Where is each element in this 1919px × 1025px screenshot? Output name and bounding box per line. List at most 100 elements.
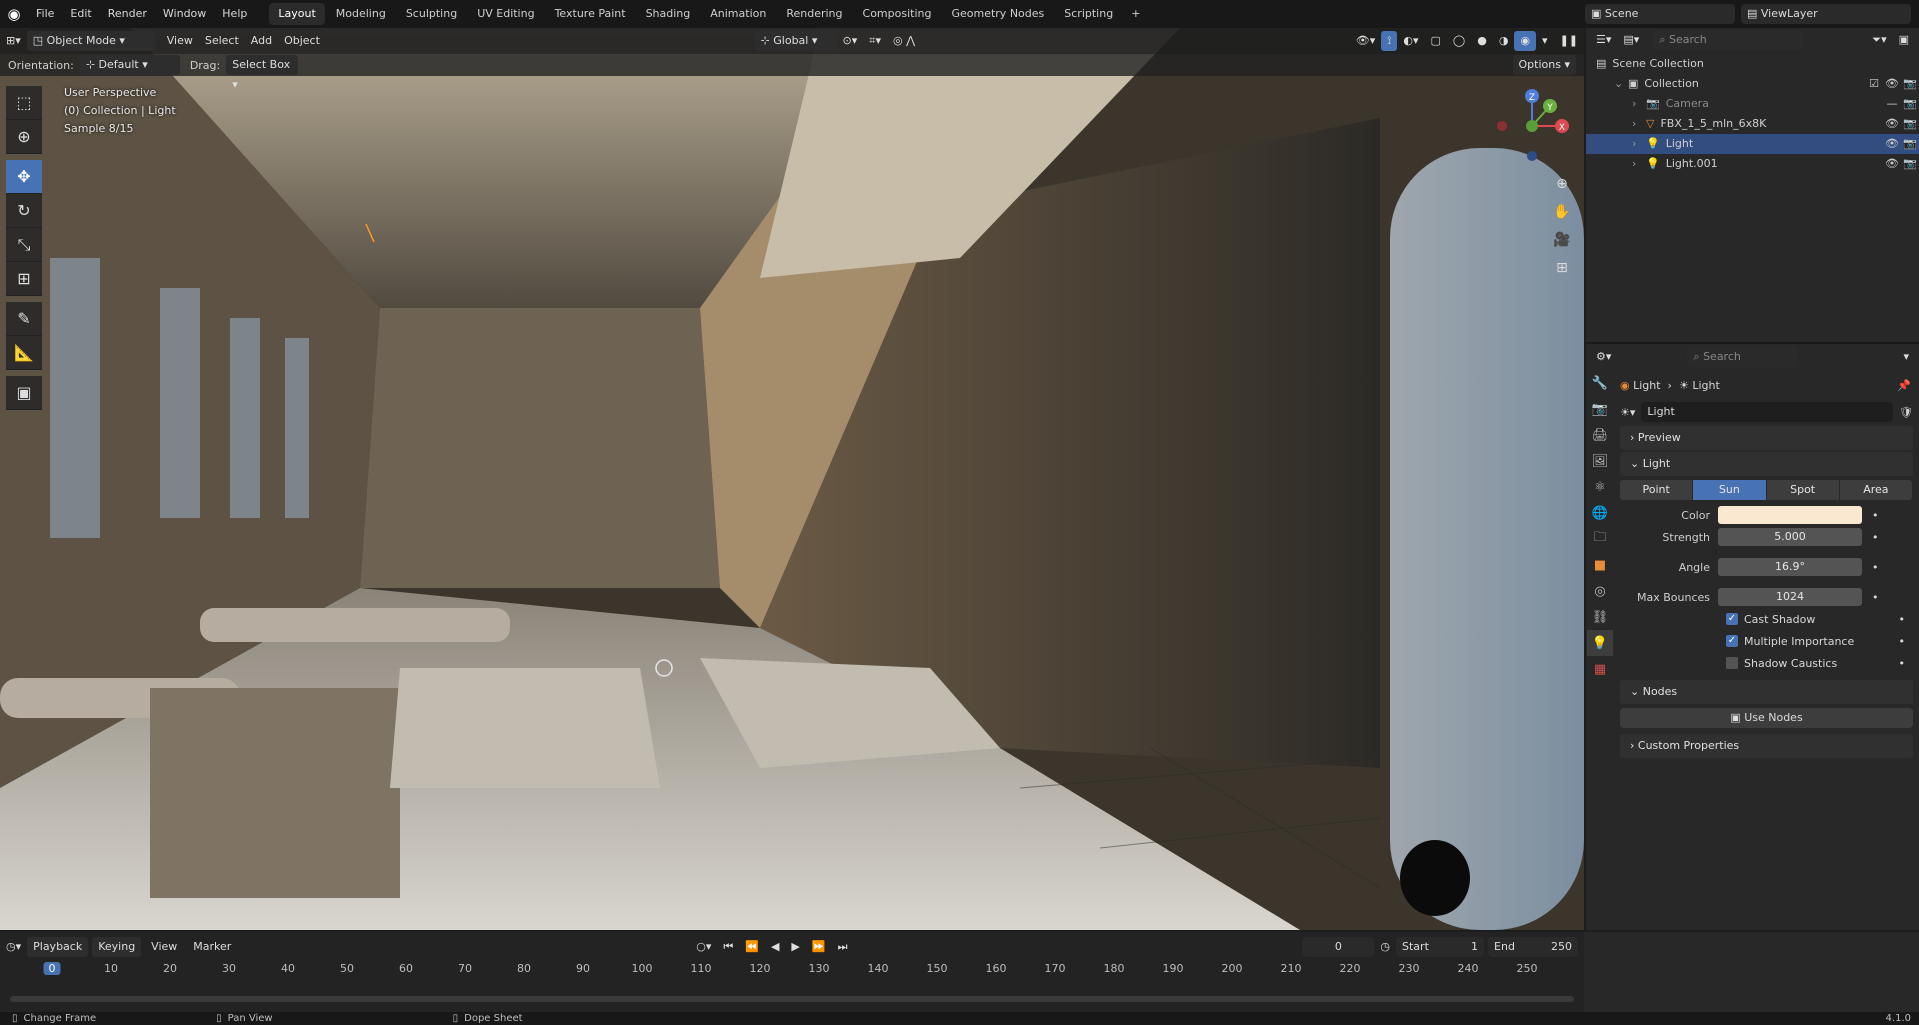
workspace-tab-modeling[interactable]: Modeling <box>327 3 395 25</box>
timeline-menu-keying[interactable]: Keying <box>92 937 142 957</box>
texture-tab-icon[interactable]: ▦ <box>1587 656 1613 682</box>
light-type-point[interactable]: Point <box>1620 480 1693 500</box>
checkbox[interactable] <box>1726 657 1738 669</box>
annotate-tool-icon[interactable]: ✎ <box>6 302 42 336</box>
workspace-tab-sculpting[interactable]: Sculpting <box>397 3 466 25</box>
menu-edit[interactable]: Edit <box>62 0 99 28</box>
checkbox[interactable]: ✓ <box>1726 635 1738 647</box>
render-visibility-icon[interactable]: 📷 <box>1901 114 1919 134</box>
exclude-checkbox-icon[interactable]: ☑ <box>1865 74 1883 94</box>
timeline-menu-view[interactable]: View <box>145 937 183 957</box>
outliner-editor-type-icon[interactable]: ☰▾ <box>1590 30 1617 50</box>
visibility-eye-icon[interactable]: — <box>1883 94 1901 114</box>
timeline-menu-marker[interactable]: Marker <box>187 937 237 957</box>
jump-keyframe-next-icon[interactable]: ⏩ <box>806 937 832 957</box>
workspace-tab-compositing[interactable]: Compositing <box>854 3 941 25</box>
jump-start-icon[interactable]: ⏮ <box>717 937 739 957</box>
use-nodes-button[interactable]: ▣ Use Nodes <box>1620 708 1913 728</box>
viewport-menu-select[interactable]: Select <box>199 31 245 51</box>
workspace-tab-animation[interactable]: Animation <box>701 3 775 25</box>
zoom-icon[interactable]: ⊕ <box>1548 170 1576 198</box>
transform-tool-icon[interactable]: ⊞ <box>6 262 42 296</box>
expand-arrow-icon[interactable]: › <box>1632 94 1646 114</box>
shading-options-icon[interactable]: ▾ <box>1536 31 1554 51</box>
visibility-eye-icon[interactable]: 👁 <box>1883 154 1901 174</box>
frame-ruler[interactable]: 0 10 20 30 40 50 60 70 80 90 100 110 120 130 140 150 160… <box>0 962 1584 982</box>
outliner-row[interactable]: › 💡 Light 👁 📷 <box>1586 134 1919 154</box>
pivot-icon[interactable]: ⊙▾ <box>837 31 864 51</box>
timeline-menu-playback[interactable]: Playback <box>27 937 89 957</box>
checkbox[interactable]: ✓ <box>1726 613 1738 625</box>
render-visibility-icon[interactable]: 📷 <box>1901 154 1919 174</box>
light-color-swatch[interactable] <box>1718 506 1862 524</box>
render-tab-icon[interactable]: 📷 <box>1587 396 1613 422</box>
preview-panel-header[interactable]: › Preview <box>1620 426 1913 450</box>
snap-icon[interactable]: ⌗▾ <box>863 31 887 51</box>
auto-keying-icon[interactable]: ○▾ <box>690 937 717 957</box>
end-frame-field[interactable]: End 250 <box>1488 937 1579 957</box>
jump-keyframe-prev-icon[interactable]: ⏪ <box>739 937 765 957</box>
options-button[interactable]: Options ▾ <box>1512 55 1576 75</box>
outliner-row[interactable]: ▤ Scene Collection <box>1586 54 1919 74</box>
xray-icon[interactable]: ▢ <box>1424 31 1446 51</box>
light-type-spot[interactable]: Spot <box>1766 480 1839 500</box>
tool-tab-icon[interactable]: 🔧 <box>1587 370 1613 396</box>
render-visibility-icon[interactable]: 📷 <box>1901 74 1919 94</box>
rendered-shading-icon[interactable]: ◉ <box>1514 31 1537 51</box>
menu-render[interactable]: Render <box>100 0 155 28</box>
light-panel-header[interactable]: ⌄ Light <box>1620 452 1913 476</box>
workspace-tab-uv-editing[interactable]: UV Editing <box>468 3 543 25</box>
scene-tab-icon[interactable]: ⚛ <box>1587 474 1613 500</box>
outliner-row[interactable]: › 📷 Camera — 📷 <box>1586 94 1919 114</box>
strength-field[interactable]: 5.000 <box>1718 528 1862 546</box>
physics-tab-icon[interactable]: ◎ <box>1587 578 1613 604</box>
mode-selector[interactable]: ◳ Object Mode ▾ <box>26 31 155 51</box>
wireframe-shading-icon[interactable]: ◯ <box>1447 31 1471 51</box>
solid-shading-icon[interactable]: ● <box>1471 31 1493 51</box>
proportional-edit-icon[interactable]: ◎ ⋀ <box>887 31 921 51</box>
workspace-tab-rendering[interactable]: Rendering <box>777 3 851 25</box>
orientation-selector[interactable]: ⊹ Default ▾ <box>79 55 180 75</box>
pin-icon[interactable]: 📌 <box>1897 379 1911 392</box>
play-icon[interactable]: ▶ <box>785 937 805 957</box>
visibility-eye-icon[interactable]: 👁 <box>1883 114 1901 134</box>
rotate-tool-icon[interactable]: ↻ <box>6 194 42 228</box>
3d-viewport[interactable] <box>0 28 1584 930</box>
scale-tool-icon[interactable]: ⤡ <box>6 228 42 262</box>
properties-options-icon[interactable]: ▾ <box>1897 347 1915 367</box>
object-tab-icon[interactable]: ■ <box>1587 552 1613 578</box>
custom-properties-panel-header[interactable]: › Custom Properties <box>1620 734 1913 758</box>
outliner-row[interactable]: › 💡 Light.001 👁 📷 <box>1586 154 1919 174</box>
filter-icon[interactable]: ⏷▾ <box>1866 30 1892 50</box>
collection-tab-icon[interactable]: 🗀 <box>1587 526 1613 552</box>
timeline-editor-type-icon[interactable]: ◷▾ <box>0 937 27 957</box>
nodes-panel-header[interactable]: ⌄ Nodes <box>1620 680 1913 704</box>
timeline-scrollbar[interactable] <box>10 996 1574 1002</box>
visibility-icon[interactable]: 👁▾ <box>1350 31 1382 51</box>
output-tab-icon[interactable]: 🖨 <box>1587 422 1613 448</box>
fake-user-icon[interactable]: 🛡 <box>1899 406 1913 419</box>
pan-hand-icon[interactable]: ✋ <box>1548 198 1576 226</box>
world-tab-icon[interactable]: 🌐 <box>1587 500 1613 526</box>
jump-end-icon[interactable]: ⏭ <box>832 937 854 957</box>
light-data-tab-icon[interactable]: 💡 <box>1587 630 1613 656</box>
editor-type-button[interactable]: ⊞▾ <box>0 31 27 51</box>
expand-arrow-icon[interactable]: ⌄ <box>1614 74 1628 94</box>
cursor-tool-icon[interactable]: ⊕ <box>6 120 42 154</box>
display-mode-icon[interactable]: ▤▾ <box>1617 30 1645 50</box>
datablock-name-field[interactable]: Light <box>1641 402 1894 422</box>
viewlayer-selector[interactable]: ▤ ViewLayer <box>1741 4 1911 24</box>
select-box-tool-icon[interactable]: ⬚ <box>6 86 42 120</box>
check-row[interactable]: Shadow Caustics • <box>1614 652 1919 674</box>
workspace-tab-shading[interactable]: Shading <box>637 3 700 25</box>
light-type-area[interactable]: Area <box>1839 480 1912 500</box>
view-layer-tab-icon[interactable]: 🖼 <box>1587 448 1613 474</box>
pause-render-icon[interactable]: ❚❚ <box>1554 31 1584 51</box>
move-tool-icon[interactable]: ✥ <box>6 160 42 194</box>
ortho-grid-icon[interactable]: ⊞ <box>1548 254 1576 282</box>
render-visibility-icon[interactable]: 📷 <box>1901 94 1919 114</box>
add-cube-tool-icon[interactable]: ▣ <box>6 376 42 410</box>
scene-selector[interactable]: ▣ Scene <box>1585 4 1735 24</box>
start-frame-field[interactable]: Start 1 <box>1396 937 1485 957</box>
outliner-row[interactable]: ⌄ ▣ Collection ☑ 👁 📷 <box>1586 74 1919 94</box>
